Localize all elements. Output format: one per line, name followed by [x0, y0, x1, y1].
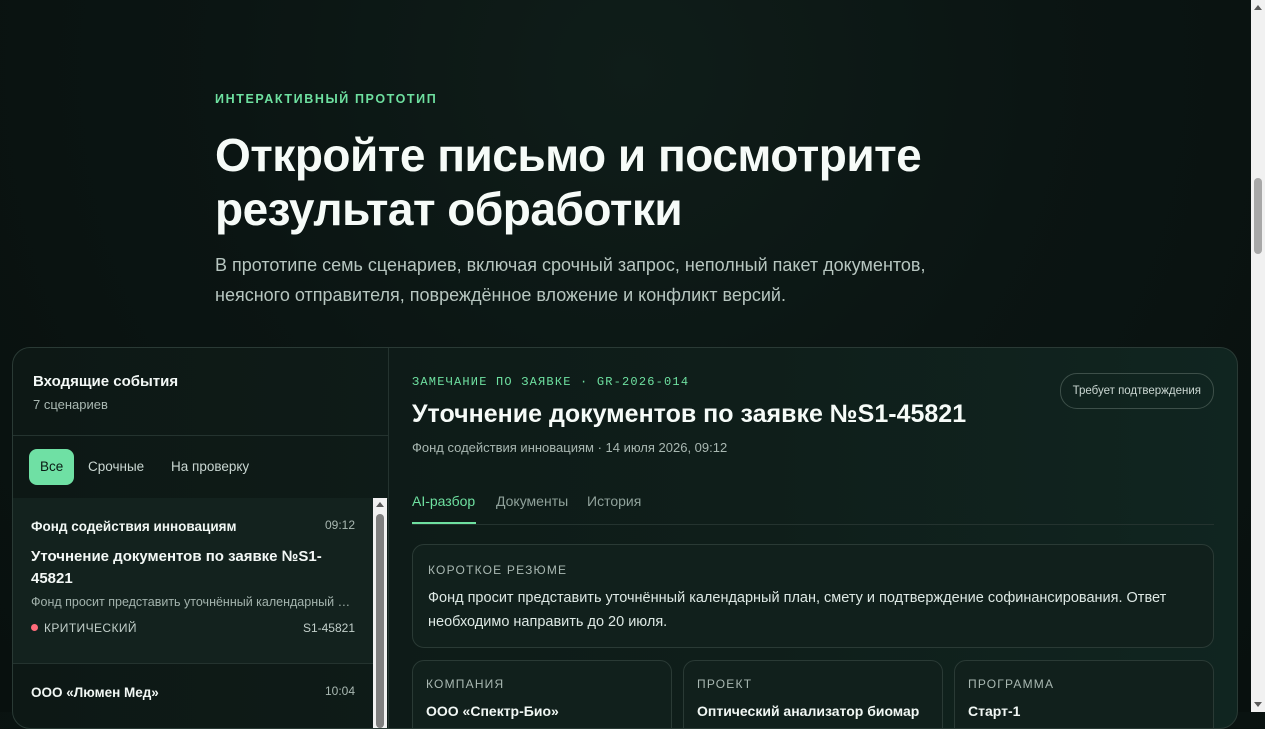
company-value: ООО «Спектр-Био» — [426, 703, 559, 719]
hero-subtitle: В прототипе семь сценариев, включая сроч… — [215, 255, 926, 305]
item-time: 09:12 — [324, 518, 355, 532]
item-subject: Уточнение документов по заявке №S1-45821 — [31, 548, 322, 587]
inbox-sidebar: Входящие события 7 сценариев Все Срочные… — [13, 348, 389, 728]
project-label: ПРОЕКТ — [697, 677, 753, 691]
item-sender: Фонд содействия инновациям — [31, 519, 237, 534]
scroll-down-arrow-icon[interactable] — [1254, 702, 1262, 707]
inbox-item[interactable]: ООО «Люмен Мед» 10:04 — [13, 664, 373, 728]
item-meta: КРИТИЧЕСКИЙ S1-45821 — [31, 621, 355, 637]
detail-tabs: AI-разбор Документы История — [412, 482, 1214, 525]
scroll-up-arrow-icon[interactable] — [1254, 5, 1262, 10]
prototype-panel: Входящие события 7 сценариев Все Срочные… — [12, 347, 1238, 729]
filter-review[interactable]: На проверку — [171, 449, 249, 485]
company-label: КОМПАНИЯ — [426, 677, 505, 691]
priority-dot-icon — [31, 624, 38, 632]
summary-label: КОРОТКОЕ РЕЗЮМЕ — [428, 563, 568, 577]
item-id: S1-45821 — [302, 621, 355, 635]
item-preview: Фонд просит представить уточнённый кален… — [31, 595, 355, 609]
hero-section: ИНТЕРАКТИВНЫЙ ПРОТОТИП Откройте письмо и… — [215, 92, 1015, 310]
tab-history[interactable]: История — [587, 493, 641, 509]
summary-card: КОРОТКОЕ РЕЗЮМЕ Фонд просит представить … — [412, 544, 1214, 648]
status-badge: Требует подтверждения — [1059, 373, 1214, 409]
priority-label: КРИТИЧЕСКИЙ — [44, 621, 137, 635]
project-card: ПРОЕКТ Оптический анализатор биомар — [683, 660, 943, 728]
company-card: КОМПАНИЯ ООО «Спектр-Био» — [412, 660, 672, 728]
tab-documents[interactable]: Документы — [496, 493, 568, 509]
hero-title: Откройте письмо и посмотрите результат о… — [215, 129, 922, 235]
message-detail: ЗАМЕЧАНИЕ ПО ЗАЯВКЕ · GR-2026-014 Требуе… — [412, 348, 1237, 728]
inbox-header: Входящие события 7 сценариев — [13, 348, 388, 436]
inbox-count: 7 сценариев — [33, 397, 108, 412]
project-value: Оптический анализатор биомар — [697, 703, 920, 719]
detail-meta: Фонд содействия инновациям · 14 июля 202… — [412, 440, 728, 455]
program-label: ПРОГРАММА — [968, 677, 1055, 691]
inbox-title: Входящие события — [33, 373, 179, 390]
detail-title: Уточнение документов по заявке №S1-45821 — [412, 400, 967, 428]
inbox-scroll-thumb[interactable] — [376, 514, 384, 728]
program-card: ПРОГРАММА Старт-1 — [954, 660, 1214, 728]
active-tab-indicator — [412, 522, 476, 524]
filter-all[interactable]: Все — [29, 449, 75, 485]
item-time: 10:04 — [324, 684, 355, 698]
item-sender: ООО «Люмен Мед» — [31, 685, 159, 700]
inbox-item-selected[interactable]: Фонд содействия инновациям 09:12 Уточнен… — [13, 498, 373, 664]
detail-eyebrow: ЗАМЕЧАНИЕ ПО ЗАЯВКЕ · GR-2026-014 — [412, 375, 690, 389]
scroll-up-arrow-icon[interactable] — [376, 502, 384, 507]
summary-text: Фонд просит представить уточнённый кален… — [428, 590, 1167, 630]
filter-urgent[interactable]: Срочные — [88, 449, 144, 485]
inbox-filters: Все Срочные На проверку — [13, 436, 388, 499]
inbox-list: Фонд содействия инновациям 09:12 Уточнен… — [13, 498, 373, 728]
page-scroll-thumb[interactable] — [1254, 178, 1262, 254]
page-scrollbar[interactable] — [1251, 0, 1265, 712]
program-value: Старт-1 — [968, 703, 1021, 719]
inbox-scrollbar[interactable] — [373, 498, 387, 728]
hero-eyebrow: ИНТЕРАКТИВНЫЙ ПРОТОТИП — [215, 92, 438, 106]
tab-ai-analysis[interactable]: AI-разбор — [412, 493, 475, 509]
